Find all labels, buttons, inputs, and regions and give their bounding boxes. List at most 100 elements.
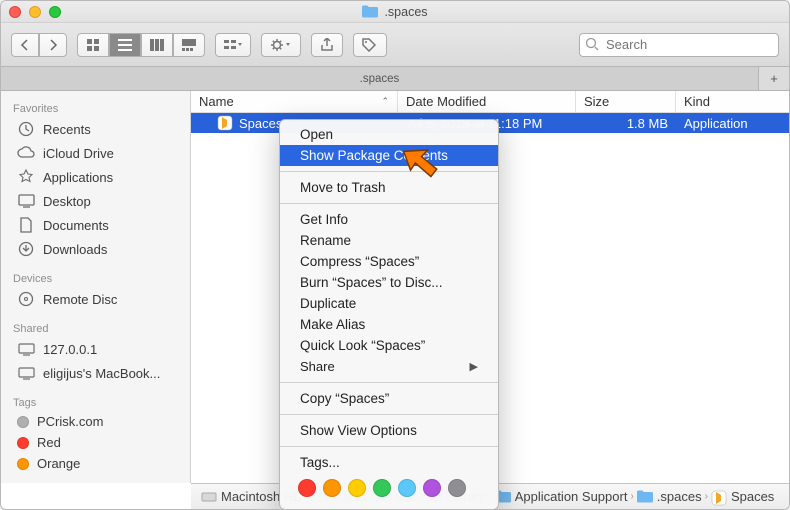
finder-window: .spaces .spa: [0, 0, 790, 510]
download-icon: [17, 240, 35, 258]
sidebar-tag-orange[interactable]: Orange: [1, 453, 190, 474]
ctx-make-alias[interactable]: Make Alias: [280, 314, 498, 335]
column-header-kind[interactable]: Kind: [676, 91, 789, 112]
view-buttons: [77, 33, 205, 57]
tab-bar: .spaces +: [1, 67, 789, 91]
disk-icon: [201, 490, 217, 504]
sidebar-item-host-2[interactable]: eligijus's MacBook...: [1, 361, 190, 385]
ctx-rename[interactable]: Rename: [280, 230, 498, 251]
file-size: 1.8 MB: [576, 116, 676, 131]
ctx-share[interactable]: Share▶: [280, 356, 498, 377]
close-icon[interactable]: [9, 6, 21, 18]
sidebar: Favorites Recents iCloud Drive Applicati…: [1, 91, 191, 483]
ctx-duplicate[interactable]: Duplicate: [280, 293, 498, 314]
separator: [280, 171, 498, 172]
share-button[interactable]: [311, 33, 343, 57]
ctx-move-to-trash[interactable]: Move to Trash: [280, 177, 498, 198]
chevron-right-icon: ›: [629, 491, 634, 502]
sidebar-item-label: iCloud Drive: [43, 146, 114, 161]
sidebar-item-label: Downloads: [43, 242, 107, 257]
sort-caret-icon: ⌃: [381, 96, 389, 107]
sidebar-item-remote-disc[interactable]: Remote Disc: [1, 287, 190, 311]
tag-dot-icon: [17, 437, 29, 449]
sidebar-item-label: Remote Disc: [43, 292, 117, 307]
column-header-name[interactable]: Name⌃: [191, 91, 398, 112]
tag-swatch[interactable]: [398, 479, 416, 497]
host-icon: [17, 364, 35, 382]
back-button[interactable]: [11, 33, 39, 57]
path-crumb[interactable]: Application Support: [495, 489, 628, 504]
gallery-view-button[interactable]: [173, 33, 205, 57]
zoom-icon[interactable]: [49, 6, 61, 18]
ctx-open[interactable]: Open: [280, 124, 498, 145]
ctx-tags[interactable]: Tags...: [280, 452, 498, 473]
tag-button[interactable]: [353, 33, 387, 57]
search-field[interactable]: [579, 33, 779, 57]
app-file-icon: [217, 115, 233, 131]
separator: [280, 446, 498, 447]
sidebar-item-label: Red: [37, 435, 61, 450]
action-button[interactable]: [261, 33, 301, 57]
desktop-icon: [17, 192, 35, 210]
tag-dot-icon: [17, 458, 29, 470]
sidebar-heading-tags: Tags: [1, 393, 190, 411]
tag-swatch[interactable]: [298, 479, 316, 497]
toolbar: [1, 23, 789, 67]
tag-swatch[interactable]: [323, 479, 341, 497]
traffic-lights: [9, 6, 61, 18]
sidebar-tag-red[interactable]: Red: [1, 432, 190, 453]
forward-button[interactable]: [39, 33, 67, 57]
chevron-right-icon: ›: [704, 491, 709, 502]
ctx-show-package-contents[interactable]: Show Package Contents: [280, 145, 498, 166]
chevron-right-icon: ▶: [470, 360, 478, 373]
sidebar-item-icloud[interactable]: iCloud Drive: [1, 141, 190, 165]
sidebar-item-label: Applications: [43, 170, 113, 185]
tag-swatch[interactable]: [373, 479, 391, 497]
sidebar-item-downloads[interactable]: Downloads: [1, 237, 190, 261]
sidebar-item-label: Documents: [43, 218, 109, 233]
minimize-icon[interactable]: [29, 6, 41, 18]
folder-icon: [362, 5, 378, 18]
path-crumb[interactable]: Spaces: [711, 489, 774, 504]
column-header-size[interactable]: Size: [576, 91, 676, 112]
app-file-icon: [711, 490, 727, 504]
sidebar-item-recents[interactable]: Recents: [1, 117, 190, 141]
ctx-copy[interactable]: Copy “Spaces”: [280, 388, 498, 409]
search-icon: [585, 37, 599, 54]
sidebar-item-documents[interactable]: Documents: [1, 213, 190, 237]
titlebar: .spaces: [1, 1, 789, 23]
tag-swatch[interactable]: [348, 479, 366, 497]
cloud-icon: [17, 144, 35, 162]
sidebar-heading-shared: Shared: [1, 319, 190, 337]
sidebar-item-label: PCrisk.com: [37, 414, 103, 429]
sidebar-item-label: Desktop: [43, 194, 91, 209]
app-icon: [17, 168, 35, 186]
ctx-show-view-options[interactable]: Show View Options: [280, 420, 498, 441]
arrange-button[interactable]: [215, 33, 251, 57]
sidebar-item-applications[interactable]: Applications: [1, 165, 190, 189]
host-icon: [17, 340, 35, 358]
sidebar-item-label: 127.0.0.1: [43, 342, 97, 357]
list-view-button[interactable]: [109, 33, 141, 57]
folder-icon: [637, 490, 653, 504]
sidebar-item-host-1[interactable]: 127.0.0.1: [1, 337, 190, 361]
path-crumb[interactable]: .spaces: [637, 489, 702, 504]
ctx-get-info[interactable]: Get Info: [280, 209, 498, 230]
sidebar-item-desktop[interactable]: Desktop: [1, 189, 190, 213]
icon-view-button[interactable]: [77, 33, 109, 57]
search-input[interactable]: [579, 33, 779, 57]
list-header: Name⌃ Date Modified Size Kind: [191, 91, 789, 113]
ctx-compress[interactable]: Compress “Spaces”: [280, 251, 498, 272]
new-tab-button[interactable]: +: [759, 67, 789, 90]
column-view-button[interactable]: [141, 33, 173, 57]
ctx-burn[interactable]: Burn “Spaces” to Disc...: [280, 272, 498, 293]
tag-swatch[interactable]: [423, 479, 441, 497]
context-menu: Open Show Package Contents Move to Trash…: [279, 119, 499, 510]
sidebar-tag-pcrisk[interactable]: PCrisk.com: [1, 411, 190, 432]
column-header-date[interactable]: Date Modified: [398, 91, 576, 112]
disc-icon: [17, 290, 35, 308]
tab-spaces[interactable]: .spaces: [1, 67, 759, 90]
ctx-quick-look[interactable]: Quick Look “Spaces”: [280, 335, 498, 356]
separator: [280, 382, 498, 383]
tag-swatch[interactable]: [448, 479, 466, 497]
